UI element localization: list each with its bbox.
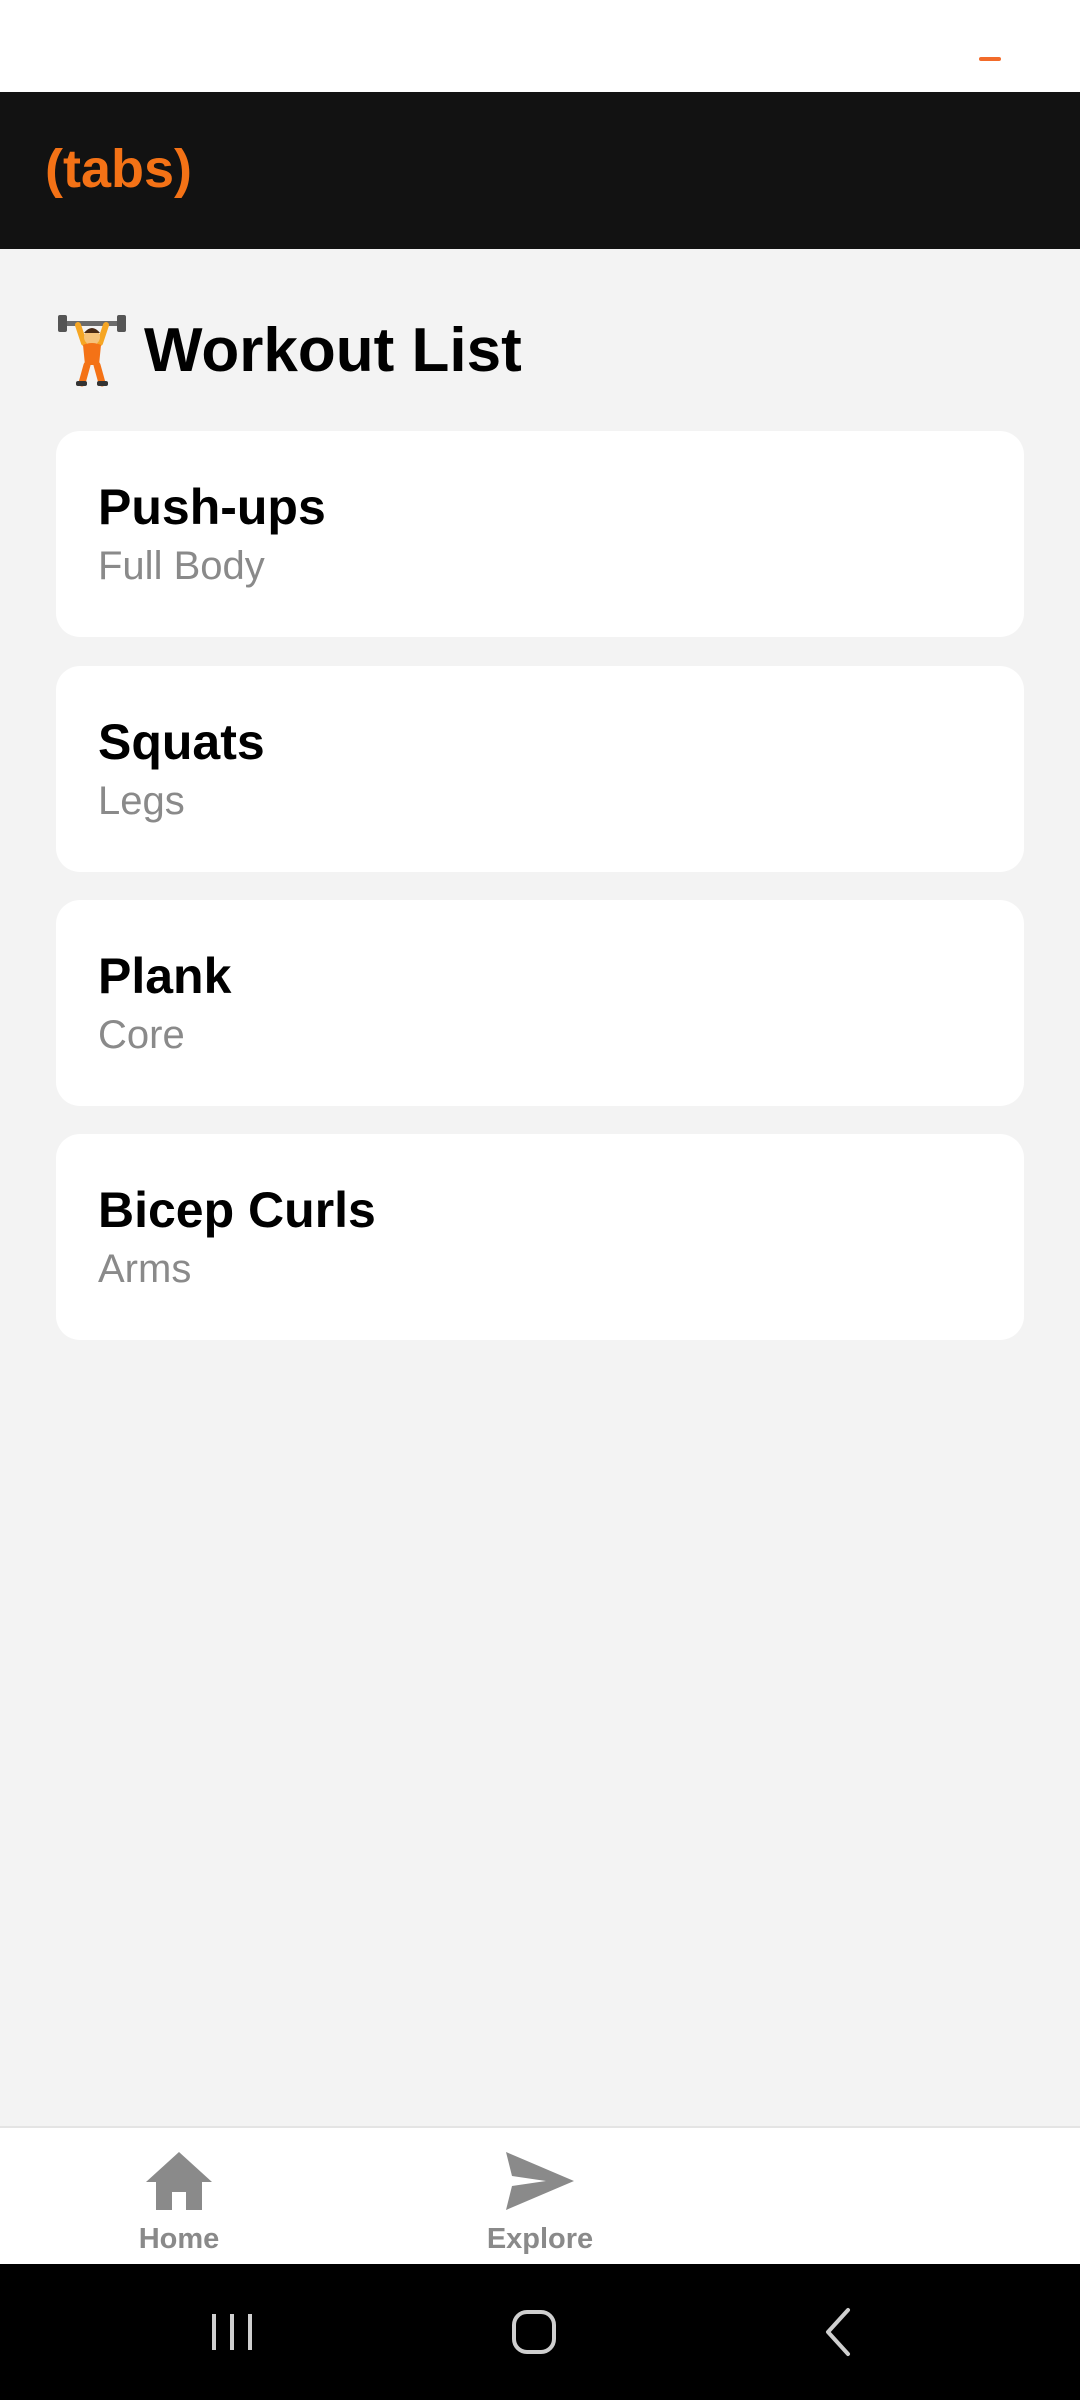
page-title: Workout List [56, 313, 522, 389]
workout-name: Squats [98, 714, 265, 770]
header-title: (tabs) [45, 139, 192, 199]
page-title-text: Workout List [144, 316, 522, 385]
workout-category: Arms [98, 1247, 192, 1291]
weightlifter-icon [58, 315, 126, 387]
workout-name: Plank [98, 948, 232, 1004]
workout-category: Full Body [98, 544, 265, 588]
workout-category: Core [98, 1013, 185, 1057]
workout-list-screen: Workout List Push-ups Full Body Squats L… [0, 249, 1080, 2126]
status-indicator [979, 57, 1001, 61]
tab-explore-label: Explore [486, 2223, 594, 2255]
back-icon[interactable] [800, 2294, 880, 2370]
workout-card[interactable]: Bicep Curls Arms [56, 1134, 1024, 1340]
bottom-tab-bar: Home Explore [0, 2126, 1080, 2264]
paper-plane-icon [506, 2152, 574, 2210]
workout-name: Bicep Curls [98, 1182, 376, 1238]
workout-card[interactable]: Plank Core [56, 900, 1024, 1106]
tab-home[interactable]: Home [79, 2128, 279, 2264]
home-icon [146, 2152, 212, 2210]
status-bar [0, 0, 1080, 92]
home-circle-icon[interactable] [494, 2294, 574, 2370]
recent-apps-icon[interactable] [192, 2294, 272, 2370]
workout-category: Legs [98, 779, 185, 823]
system-navigation-bar [0, 2264, 1080, 2400]
workout-card[interactable]: Squats Legs [56, 666, 1024, 872]
tab-explore[interactable]: Explore [440, 2128, 640, 2264]
tab-home-label: Home [138, 2223, 220, 2255]
workout-card[interactable]: Push-ups Full Body [56, 431, 1024, 637]
workout-name: Push-ups [98, 479, 326, 535]
app-header: (tabs) [0, 92, 1080, 249]
